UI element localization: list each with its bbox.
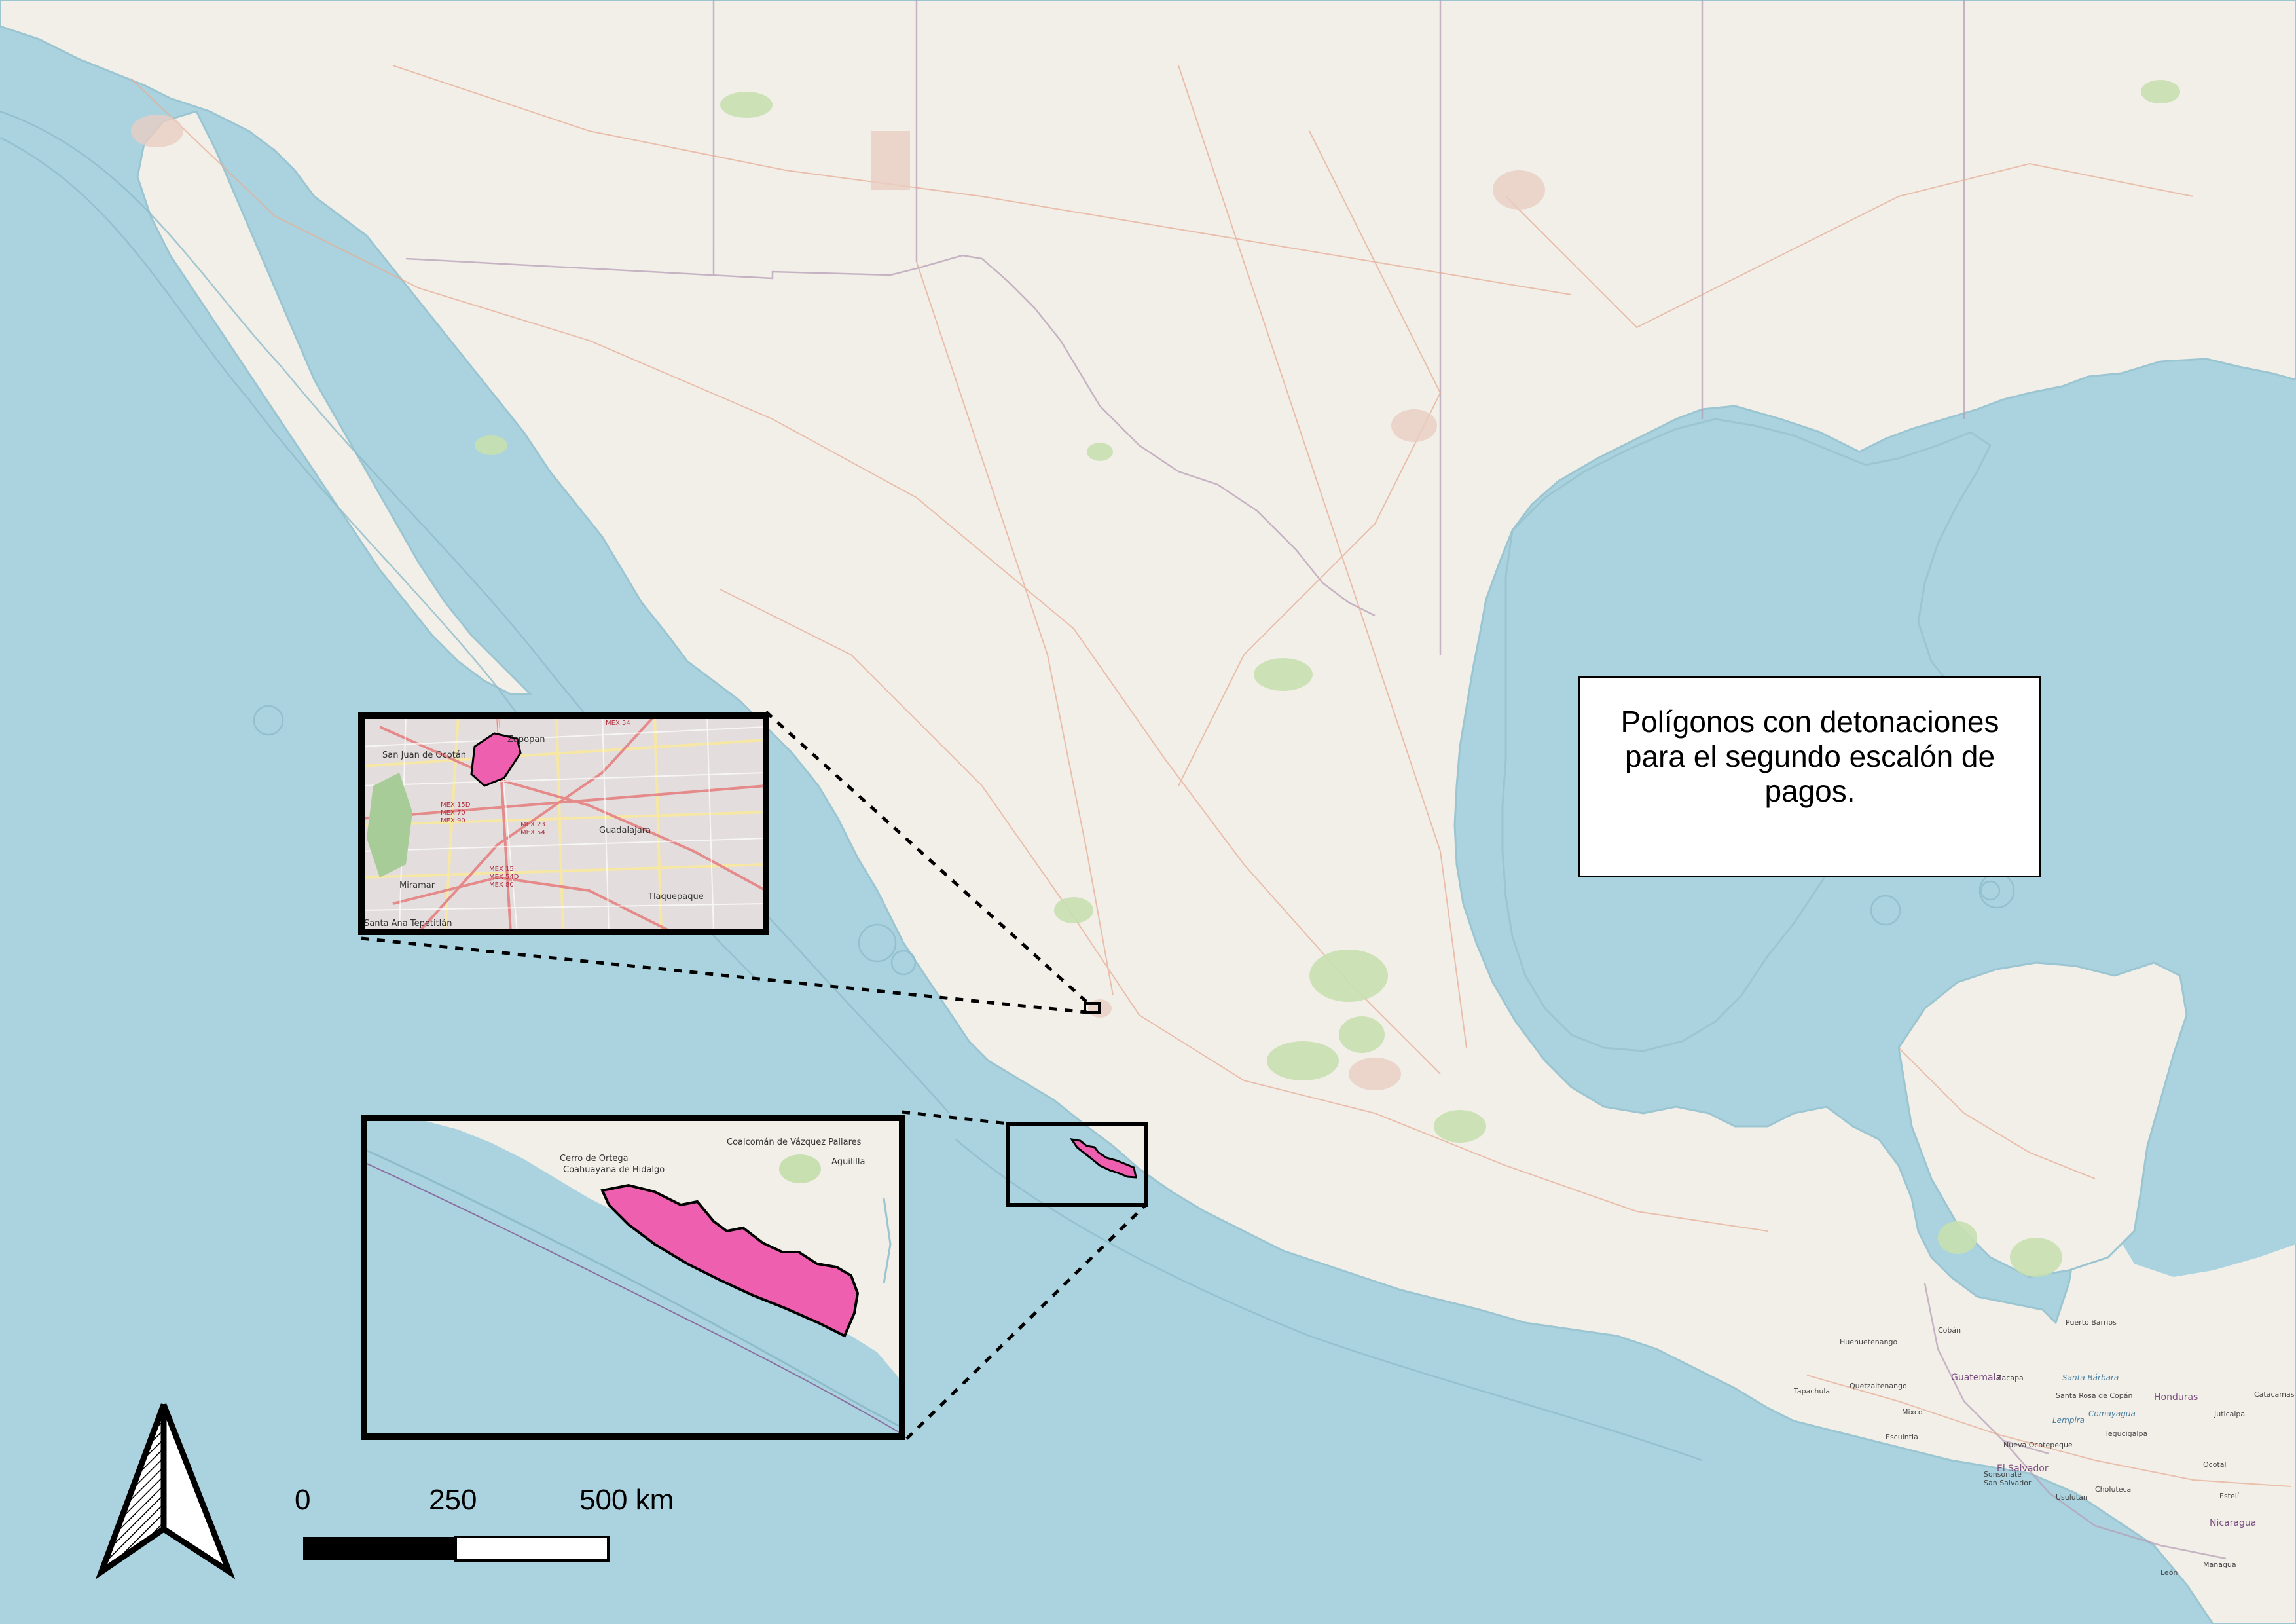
map-label-city: Catacamas [2254, 1390, 2295, 1399]
inset-gdl-label: Zapopan [507, 735, 545, 745]
map-label-city: Juticalpa [2214, 1410, 2245, 1418]
map-label-city: Huehuetenango [1840, 1338, 1897, 1346]
map-label-city: Choluteca [2095, 1485, 2131, 1494]
map-label-city: Nueva Ocotepeque [2003, 1441, 2073, 1449]
map-label-guatemala: Guatemala [1951, 1373, 2001, 1383]
inset-gdl-label: San Juan de Ocotán [382, 750, 466, 760]
map-label-city: Managua [2203, 1560, 2236, 1569]
inset-gdl-road-label: MEX 90 [441, 817, 465, 824]
inset-gdl-label: Guadalajara [599, 826, 651, 836]
inset-guadalajara: Zapopan San Juan de Ocotán Guadalajara T… [358, 712, 769, 935]
map-label-city: Quetzaltenango [1850, 1382, 1907, 1390]
map-label-city: León [2160, 1568, 2178, 1577]
map-label-city: Zacapa [1997, 1374, 2024, 1382]
scale-label-0: 0 [295, 1484, 311, 1516]
map-label-water: Lempira [2052, 1416, 2085, 1425]
map-label-nicaragua: Nicaragua [2210, 1518, 2256, 1528]
inset-gdl-road-label: MEX 54 [606, 720, 630, 727]
map-label-city: Santa Rosa de Copán [2056, 1392, 2132, 1400]
inset-gdl-label: Tlaquepaque [647, 892, 704, 902]
inset-gdl-road-label: MEX 15D [441, 802, 471, 809]
map-label-city: Puerto Barrios [2066, 1318, 2117, 1327]
map-label-city: Cobán [1938, 1326, 1961, 1335]
map-label-city: San Salvador [1984, 1479, 2032, 1487]
scale-label-500: 500 km [579, 1484, 674, 1516]
inset-gdl-road-label: MEX 80 [489, 881, 514, 889]
inset-coast-label: Coalcomán de Vázquez Pallares [727, 1137, 862, 1147]
map-label-water: Comayagua [2088, 1409, 2136, 1418]
map-label-city: Sonsonate [1984, 1470, 2022, 1479]
inset-coast-label: Coahuayana de Hidalgo [563, 1165, 665, 1175]
map-label-honduras: Honduras [2154, 1392, 2198, 1403]
map-label-city: Mixco [1902, 1408, 1923, 1416]
inset-gdl-road-label: MEX 15 [489, 866, 514, 873]
inset-gdl-road-label: MEX 70 [441, 809, 465, 817]
map-label-city: Estelí [2219, 1492, 2240, 1500]
map-label-city: Escuintla [1886, 1433, 1918, 1441]
scale-bar [303, 1536, 610, 1562]
inset-gdl-road-label: MEX 54D [489, 874, 519, 881]
map-label-city: Ocotal [2203, 1460, 2227, 1469]
map-label-water: Santa Bárbara [2062, 1373, 2119, 1382]
map-label-city: Tegucigalpa [2104, 1430, 2147, 1438]
map-title: Polígonos con detonaciones para el segun… [1620, 705, 1999, 808]
inset-coast: Coalcomán de Vázquez Pallares Aguililla … [361, 1115, 905, 1440]
inset-gdl-road-label: MEX 23 [520, 821, 545, 828]
map-label-city: Usulután [2056, 1493, 2088, 1502]
scale-label-250: 250 [429, 1484, 477, 1516]
inset-gdl-label: Miramar [399, 881, 435, 891]
map-label-city: Tapachula [1793, 1387, 1830, 1395]
map-title-box: Polígonos con detonaciones para el segun… [1578, 676, 2041, 877]
inset-coast-label: Cerro de Ortega [560, 1154, 629, 1164]
inset-gdl-road-label: MEX 54 [520, 829, 545, 836]
inset-coast-label: Aguililla [831, 1157, 865, 1167]
inset-gdl-label: Santa Ana Tepetitlán [364, 919, 452, 929]
